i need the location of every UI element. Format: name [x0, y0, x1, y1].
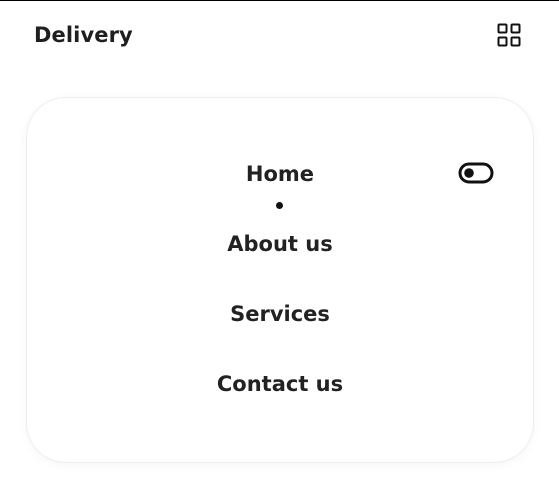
- nav-link-contact[interactable]: Contact us: [27, 370, 533, 398]
- site-header: Delivery: [0, 1, 559, 73]
- menu-button[interactable]: [497, 23, 521, 47]
- navigation-menu: Home About us Services Contact us: [26, 97, 534, 463]
- nav-link-about[interactable]: About us: [27, 230, 533, 258]
- toggle-switch-icon: [458, 162, 494, 184]
- logo-text[interactable]: Delivery: [34, 23, 133, 47]
- theme-toggle-button[interactable]: [458, 162, 494, 184]
- nav-link-services[interactable]: Services: [27, 300, 533, 328]
- active-indicator-dot: [276, 202, 283, 209]
- grid-menu-icon: [497, 23, 521, 47]
